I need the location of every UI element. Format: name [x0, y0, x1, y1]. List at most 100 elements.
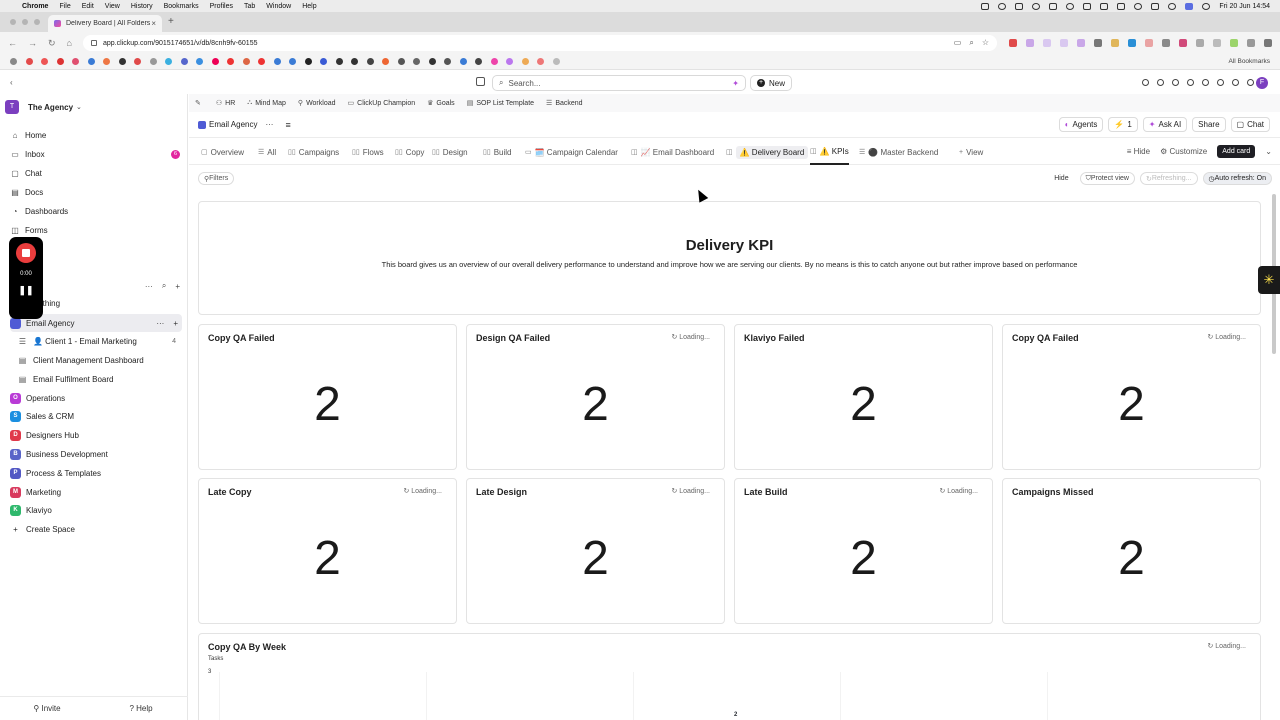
more-icon[interactable]: ···: [145, 282, 153, 291]
close-tab-icon[interactable]: ×: [151, 19, 156, 28]
extension-icon[interactable]: [1009, 39, 1017, 47]
share-button[interactable]: Share: [1192, 117, 1226, 132]
view-tab[interactable]: ▯▯ Build: [483, 139, 512, 165]
bookmark-icon[interactable]: [444, 58, 451, 65]
bookmark-icon[interactable]: [196, 58, 203, 65]
list-item[interactable]: ▤ Client Management Dashboard: [18, 351, 182, 369]
refresh-button[interactable]: ↻ Refreshing...: [1139, 172, 1198, 185]
bookmark-icon[interactable]: [413, 58, 420, 65]
bookmark-icon[interactable]: [304, 58, 312, 65]
space-item[interactable]: D Designers Hub: [10, 426, 182, 444]
menu-item[interactable]: Tab: [244, 3, 255, 10]
space-item[interactable]: K Klaviyo: [10, 501, 182, 519]
favorite-item[interactable]: ⚲ Workload: [298, 99, 336, 108]
plus-icon[interactable]: +: [173, 319, 178, 328]
pause-recording-icon[interactable]: ❚❚: [9, 285, 43, 296]
extension-icon[interactable]: [1077, 39, 1085, 47]
zoom-window-button[interactable]: [34, 19, 40, 25]
view-tab[interactable]: ◫ 📈 Email Dashboard: [631, 139, 714, 165]
plus-icon[interactable]: +: [175, 282, 180, 291]
protect-view-button[interactable]: ⛉ Protect view: [1079, 172, 1135, 185]
install-icon[interactable]: ▭: [954, 38, 962, 48]
bookmark-icon[interactable]: [351, 58, 358, 65]
menu-item[interactable]: History: [131, 3, 153, 10]
space-item[interactable]: S Sales & CRM: [10, 407, 182, 425]
sidebar-item-home[interactable]: ⌂ Home: [10, 127, 180, 144]
home-icon[interactable]: ⌂: [67, 38, 72, 48]
favorite-item[interactable]: ♛ Goals: [427, 99, 455, 108]
bookmark-icon[interactable]: [320, 58, 327, 65]
bookmark-icon[interactable]: [242, 58, 250, 65]
whiteboard-icon[interactable]: [1217, 79, 1224, 86]
minimize-window-button[interactable]: [22, 19, 28, 25]
extension-icon[interactable]: [1094, 39, 1102, 47]
bookmark-icon[interactable]: [165, 58, 172, 65]
bookmark-icon[interactable]: [490, 58, 498, 65]
site-info-icon[interactable]: [90, 40, 97, 46]
menubar-clock[interactable]: Fri 20 Jun 14:54: [1219, 3, 1270, 10]
status-icon[interactable]: [1083, 2, 1092, 10]
space-title[interactable]: Email Agency: [209, 120, 257, 129]
extension-icon[interactable]: [1111, 39, 1119, 47]
bookmark-icon[interactable]: [227, 58, 234, 65]
bookmark-icon[interactable]: [428, 58, 436, 65]
search-icon[interactable]: [1202, 2, 1211, 10]
kpi-card[interactable]: Late Build ↻ Loading... 2: [734, 478, 993, 624]
extension-icon[interactable]: [1026, 39, 1034, 47]
automations-button[interactable]: ⚡ 1: [1108, 117, 1138, 132]
bookmark-icon[interactable]: [134, 58, 141, 65]
status-icon[interactable]: [1015, 2, 1024, 10]
favorite-item[interactable]: ⚇ HR: [216, 99, 235, 108]
view-tab[interactable]: ▢ Overview: [201, 139, 244, 165]
chat-button[interactable]: ▢ Chat: [1230, 117, 1270, 132]
new-tab-button[interactable]: +: [168, 16, 174, 27]
extension-icon[interactable]: [1213, 39, 1221, 47]
favorite-item[interactable]: ☰ Backend: [546, 99, 583, 108]
close-window-button[interactable]: [10, 19, 16, 25]
menu-item[interactable]: Profiles: [210, 3, 233, 10]
workspace-switcher[interactable]: T The Agency ⌄: [5, 100, 82, 114]
status-icon[interactable]: [1100, 2, 1109, 10]
stop-recording-button[interactable]: [16, 243, 36, 263]
browser-tab-active[interactable]: Delivery Board | All Folders | ×: [48, 15, 162, 32]
extension-icon[interactable]: [1230, 39, 1238, 47]
add-card-button[interactable]: Add card: [1217, 145, 1256, 158]
bookmark-icon[interactable]: [103, 58, 110, 65]
bookmark-icon[interactable]: [506, 58, 513, 65]
view-tab[interactable]: ▯▯ Campaigns: [288, 139, 339, 165]
bookmark-icon[interactable]: [335, 58, 343, 65]
bookmark-icon[interactable]: [459, 58, 467, 65]
list-item[interactable]: ☰ 👤 Client 1 - Email Marketing 4: [18, 332, 182, 350]
hide-cards-button[interactable]: Hide: [1054, 175, 1068, 182]
new-button[interactable]: + New: [750, 75, 793, 91]
bookmark-icon[interactable]: [552, 58, 560, 65]
status-icon[interactable]: [1134, 2, 1143, 10]
view-tab[interactable]: ▭ 🗓️ Campaign Calendar: [525, 139, 618, 165]
status-icon[interactable]: [1066, 2, 1075, 10]
bookmark-icon[interactable]: [273, 58, 281, 65]
space-item[interactable]: M Marketing: [10, 483, 182, 501]
bookmark-icon[interactable]: [180, 58, 188, 65]
bookmark-icon[interactable]: [475, 58, 482, 65]
sidebar-item-dashboards[interactable]: ◔ Dashboards: [10, 203, 180, 220]
kpi-card[interactable]: Late Copy ↻ Loading... 2: [198, 478, 457, 624]
zoom-icon[interactable]: ⌕: [969, 38, 973, 48]
favorite-item[interactable]: ▤ SOP List Template: [467, 99, 534, 108]
ai-sparkle-icon[interactable]: ✦: [732, 79, 739, 88]
bookmark-icon[interactable]: [397, 58, 405, 65]
bookmark-icon[interactable]: [25, 58, 33, 65]
view-tab[interactable]: ▯▯ Design: [432, 139, 468, 165]
collapse-sidebar-icon[interactable]: ‹: [10, 78, 13, 87]
notepad-icon[interactable]: [1172, 79, 1179, 86]
status-icon[interactable]: [1032, 2, 1041, 10]
view-tab[interactable]: ▯▯ Flows: [352, 139, 384, 165]
wifi-icon[interactable]: [1168, 2, 1177, 10]
space-item[interactable]: O Operations: [10, 389, 182, 407]
extension-icon[interactable]: [1196, 39, 1204, 47]
control-center-icon[interactable]: [1185, 2, 1194, 10]
address-bar[interactable]: app.clickup.com/9015174651/v/db/8cnh9fv-…: [82, 35, 997, 51]
favorite-item[interactable]: ⛬ Mind Map: [247, 99, 286, 107]
record-icon[interactable]: [1157, 79, 1164, 86]
filters-button[interactable]: ⚲ Filters: [198, 172, 235, 185]
menu-item[interactable]: Help: [302, 3, 316, 10]
